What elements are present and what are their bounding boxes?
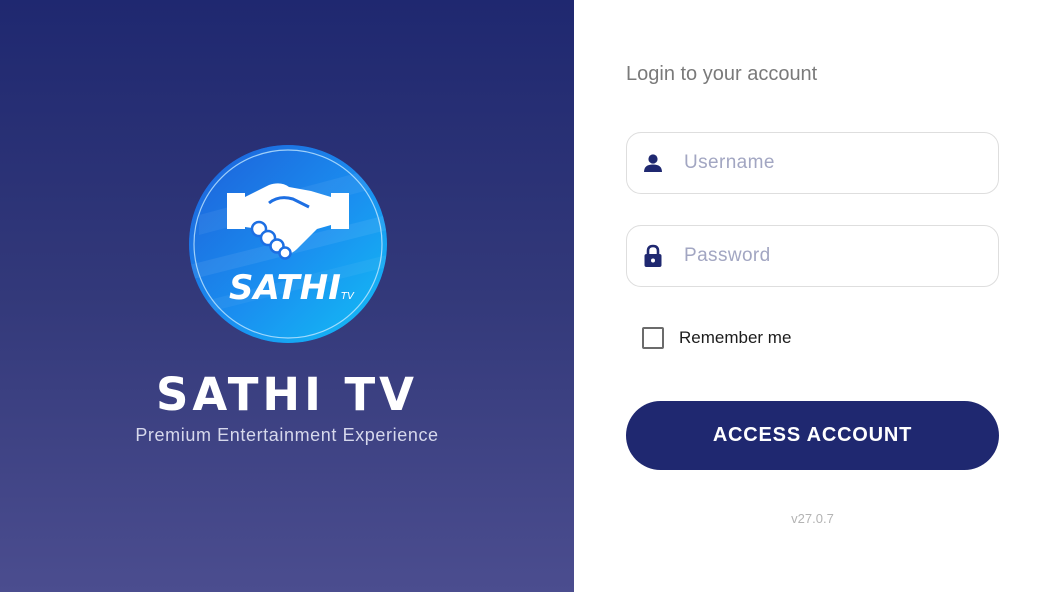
logo-subtext: TV — [341, 291, 355, 302]
remember-me-label: Remember me — [679, 328, 792, 347]
version-label: v27.0.7 — [791, 511, 834, 526]
app-title: SATHI TV — [155, 368, 419, 421]
logo-wordmark: SATHI — [229, 268, 341, 308]
login-heading: Login to your account — [626, 63, 818, 85]
handshake-icon: SATHI TV — [189, 145, 387, 343]
username-input[interactable] — [684, 152, 974, 174]
brand-panel: SATHI TV SATHI TV Premium Entertainment … — [0, 0, 574, 592]
lock-icon — [642, 244, 664, 267]
login-screen: SATHI TV SATHI TV Premium Entertainment … — [0, 0, 1052, 592]
access-account-button[interactable]: ACCESS ACCOUNT — [626, 401, 999, 470]
app-tagline: Premium Entertainment Experience — [135, 425, 439, 445]
login-form-panel: Login to your account Reme — [574, 0, 1052, 592]
password-input[interactable] — [684, 245, 974, 267]
app-logo: SATHI TV — [189, 145, 387, 343]
person-icon — [642, 152, 664, 174]
password-field[interactable] — [626, 225, 999, 287]
remember-me-toggle[interactable]: Remember me — [642, 327, 791, 349]
remember-me-checkbox[interactable] — [642, 327, 664, 349]
username-field[interactable] — [626, 132, 999, 194]
